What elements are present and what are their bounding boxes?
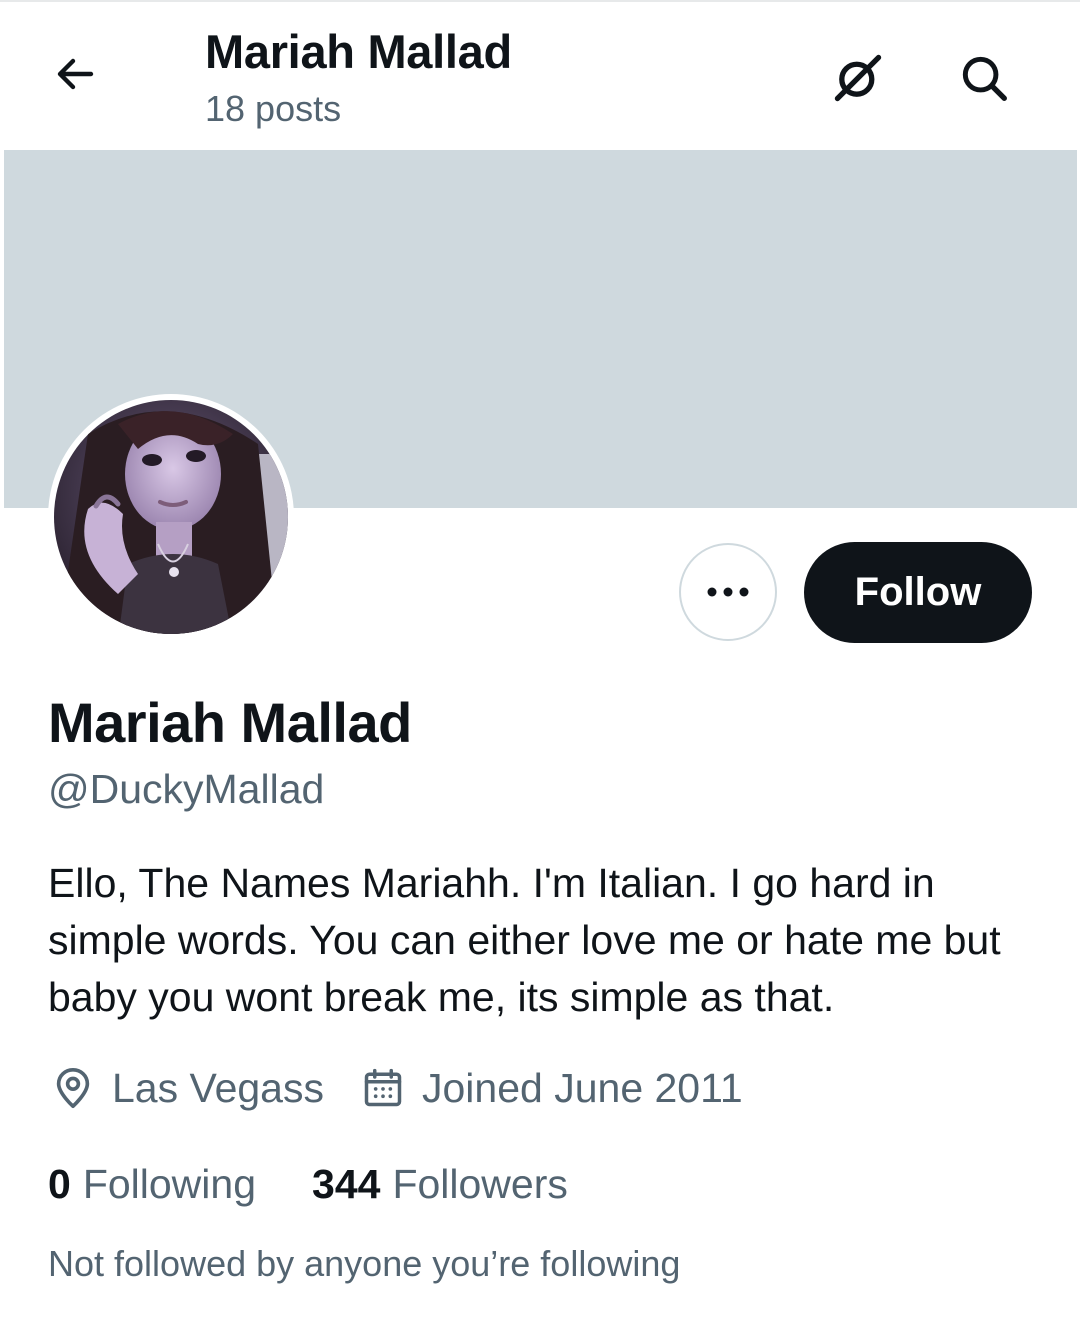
follow-button[interactable]: Follow [804, 542, 1032, 643]
profile-meta: Las Vegass Joined June 2011 [48, 1060, 743, 1116]
joined-date-text: Joined June 2011 [422, 1064, 743, 1111]
post-count: 18 posts [205, 88, 342, 129]
profile-display-name: Mariah Mallad [48, 691, 412, 754]
grok-icon [834, 54, 882, 102]
more-horizontal-icon [707, 587, 749, 597]
profile-header: Mariah Mallad 18 posts [0, 0, 1080, 150]
profile-bio: Ello, The Names Mariahh. I'm Italian. I … [48, 860, 1001, 1020]
back-arrow-icon [57, 58, 94, 90]
following-link[interactable]: 0 Following [48, 1161, 256, 1208]
follow-stats: 0 Following 344 Followers [48, 1156, 568, 1212]
calendar-icon [358, 1063, 408, 1113]
back-button[interactable] [40, 44, 110, 104]
following-count: 0 [48, 1160, 71, 1207]
header-title: Mariah Mallad [205, 25, 512, 78]
grok-button[interactable] [822, 42, 894, 114]
followers-count: 344 [312, 1160, 381, 1207]
followers-label: Followers [392, 1160, 568, 1207]
followers-link[interactable]: 344 Followers [312, 1161, 568, 1208]
location-pin-icon [48, 1063, 98, 1113]
social-context-text: Not followed by anyone you’re following [48, 1243, 681, 1284]
avatar[interactable] [48, 394, 294, 640]
following-label: Following [82, 1160, 257, 1207]
avatar-photo [54, 400, 288, 634]
joined-item: Joined June 2011 [358, 1063, 743, 1113]
search-button[interactable] [948, 42, 1020, 114]
location-text: Las Vegass [112, 1064, 324, 1111]
location-item: Las Vegass [48, 1063, 324, 1113]
more-options-button[interactable] [679, 543, 777, 641]
profile-handle: @DuckyMallad [48, 766, 325, 812]
search-icon [962, 56, 1007, 101]
